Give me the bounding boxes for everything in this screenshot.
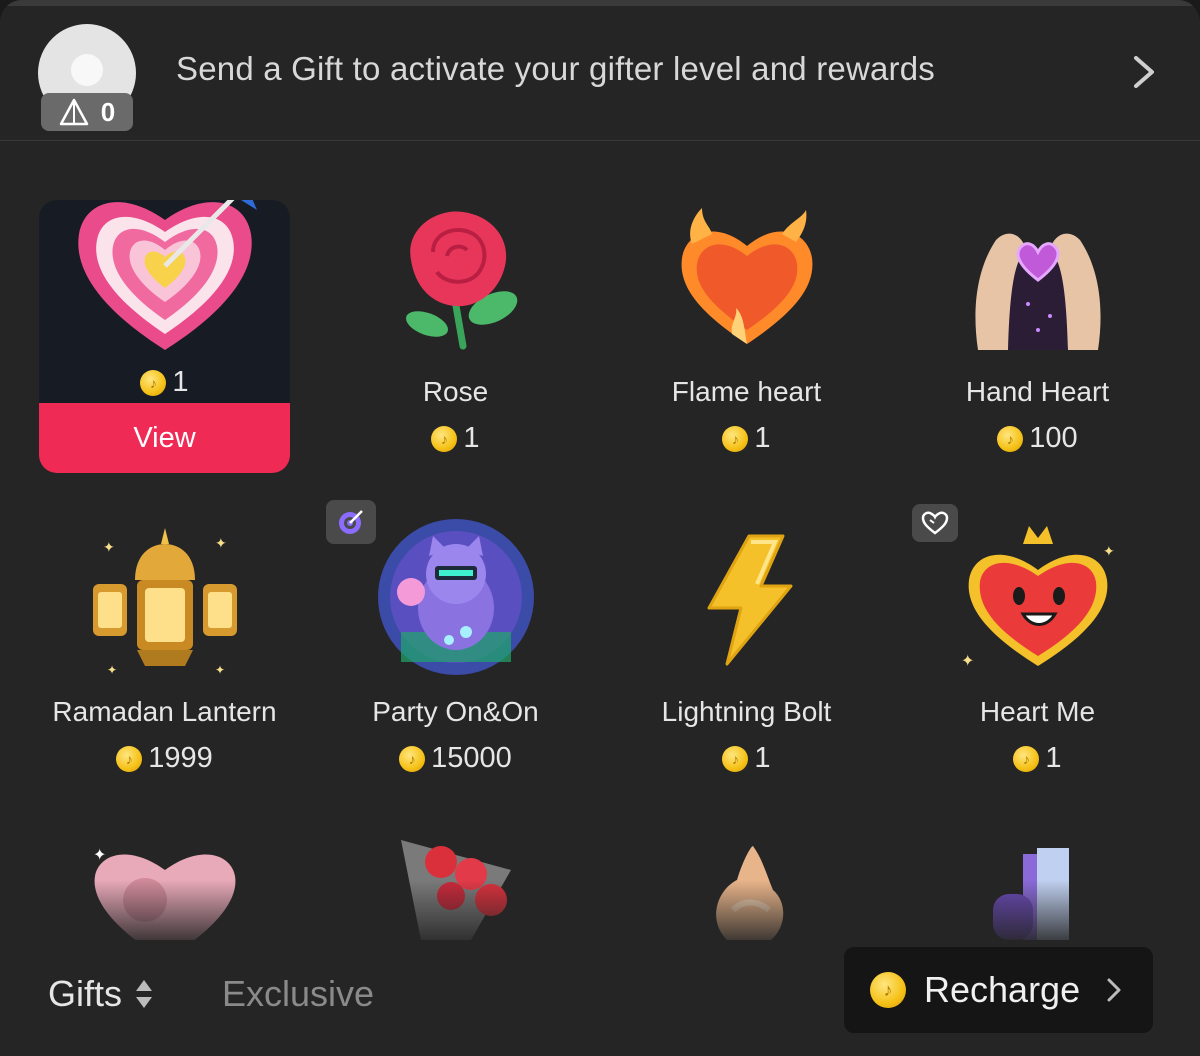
- coin-icon: [870, 972, 906, 1008]
- party-cat-icon: [377, 519, 534, 675]
- gift-card-selected[interactable]: 1 View: [39, 200, 290, 473]
- svg-text:✦: ✦: [93, 847, 106, 864]
- svg-text:✦: ✦: [215, 535, 227, 551]
- view-button[interactable]: View: [39, 403, 290, 473]
- gift-panel: 0 Send a Gift to activate your gifter le…: [0, 0, 1200, 1056]
- rose-icon: [405, 211, 517, 350]
- tab-gifts[interactable]: Gifts: [48, 973, 154, 1015]
- gift-card-hand-heart[interactable]: Hand Heart 100: [912, 190, 1163, 460]
- gift-name: Flame heart: [671, 376, 822, 407]
- svg-text:✦: ✦: [215, 663, 225, 677]
- lightning-icon: [707, 534, 792, 666]
- svg-text:✦: ✦: [961, 653, 974, 670]
- level-badge: 0: [41, 93, 133, 131]
- level-triangle-icon: [59, 98, 89, 126]
- chevron-right-icon: [1107, 978, 1121, 1002]
- gift-card-ramadan-lantern[interactable]: ✦ ✦ ✦ ✦ Ramadan Lantern 1999: [39, 510, 290, 780]
- chevron-right-icon[interactable]: [1126, 52, 1162, 92]
- coin-icon: [997, 425, 1024, 452]
- recharge-button[interactable]: Recharge: [844, 947, 1153, 1033]
- coin-icon: [1013, 745, 1040, 772]
- gift-card-rose[interactable]: Rose 1: [330, 190, 581, 460]
- gift-card-heart-me[interactable]: ✦ ✦ Heart Me 1: [912, 504, 1163, 780]
- gifter-level-banner[interactable]: 0 Send a Gift to activate your gifter le…: [0, 0, 1200, 141]
- svg-text:✦: ✦: [103, 539, 115, 555]
- lantern-icon: ✦ ✦ ✦ ✦: [92, 528, 237, 677]
- gift-card-flame-heart[interactable]: Flame heart 1: [621, 190, 872, 460]
- gift-price: 1: [621, 742, 872, 775]
- tab-exclusive[interactable]: Exclusive: [222, 973, 374, 1015]
- scroll-fade: [0, 880, 1200, 950]
- hand-heart-icon: [974, 233, 1101, 350]
- recharge-label: Recharge: [924, 969, 1081, 1010]
- sort-icon: [136, 980, 153, 1008]
- coin-icon: [722, 745, 749, 772]
- flame-heart-icon: [681, 208, 812, 344]
- gift-tag: [326, 500, 376, 544]
- gift-price: 1: [912, 742, 1163, 775]
- svg-text:✦: ✦: [1103, 543, 1115, 559]
- gift-name: Lightning Bolt: [661, 696, 832, 727]
- coin-icon: [116, 745, 143, 772]
- coin-icon: [722, 425, 749, 452]
- gift-card-lightning-bolt[interactable]: Lightning Bolt 1: [621, 510, 872, 780]
- gift-price: 1999: [39, 742, 290, 775]
- level-value: 0: [100, 96, 116, 127]
- heart-me-icon: ✦ ✦: [961, 526, 1115, 670]
- gift-tag: [912, 504, 958, 542]
- gift-price: 1: [330, 422, 581, 455]
- gift-price: 15000: [330, 742, 581, 775]
- coin-icon: [140, 369, 167, 396]
- gift-price: 1: [621, 422, 872, 455]
- heart-target-icon: [77, 200, 257, 350]
- heart-tag-icon: [921, 511, 949, 535]
- gift-name: Party On&On: [372, 696, 539, 727]
- gift-price: 1: [39, 366, 290, 399]
- svg-text:✦: ✦: [107, 663, 117, 677]
- gift-name: Hand Heart: [965, 376, 1110, 407]
- target-tag-icon: [339, 510, 363, 534]
- gift-price: 100: [912, 422, 1163, 455]
- coin-icon: [431, 425, 458, 452]
- bottom-bar: Gifts Exclusive Recharge: [0, 945, 1200, 1056]
- gift-name: Ramadan Lantern: [52, 696, 277, 727]
- gift-card-party-on-on[interactable]: Party On&On 15000: [326, 500, 581, 780]
- coin-icon: [399, 745, 426, 772]
- gifter-level-message: Send a Gift to activate your gifter leve…: [176, 50, 935, 87]
- gift-name: Rose: [422, 376, 489, 407]
- gift-name: Heart Me: [979, 696, 1096, 727]
